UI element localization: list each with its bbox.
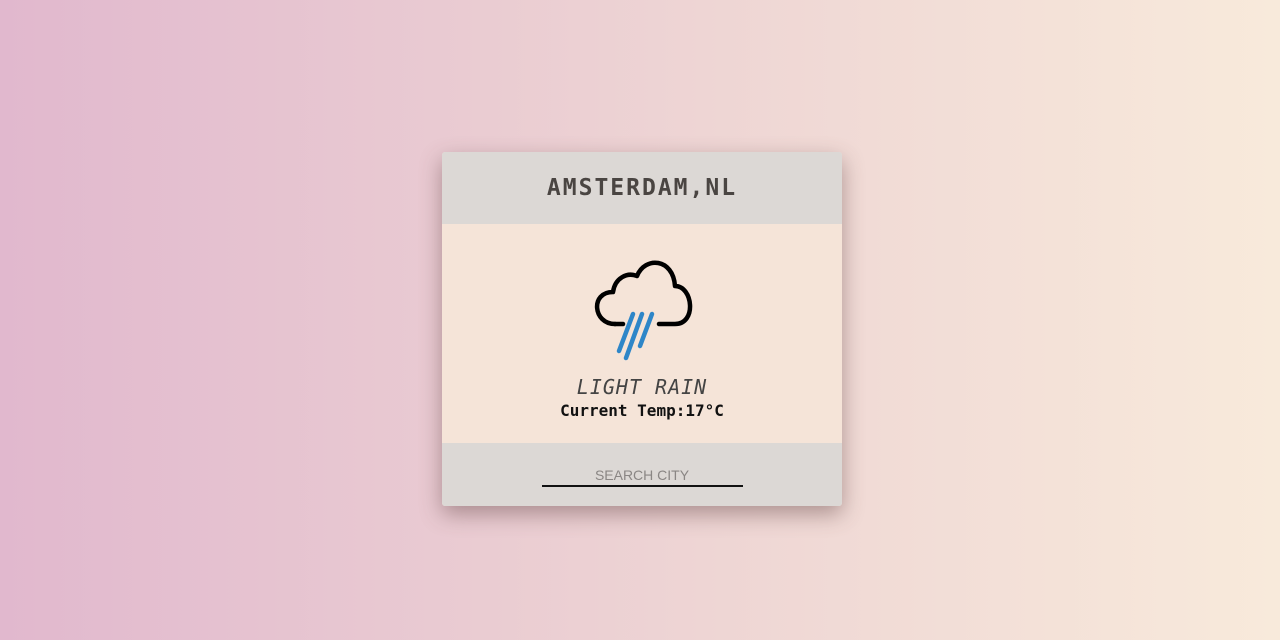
rain-cloud-icon [594,260,693,361]
current-temp: Current Temp:17°C [560,401,724,420]
city-title: AMSTERDAM,NL [546,175,738,201]
weather-card: AMSTERDAM,NL LIGHT RAIN Current Temp:17°… [442,152,842,506]
weather-panel: LIGHT RAIN Current Temp:17°C [442,224,842,443]
weather-condition: LIGHT RAIN [576,375,708,399]
current-temp-value: 17°C [685,401,724,420]
search-city-input[interactable] [541,464,743,487]
current-temp-label: Current Temp: [560,401,686,420]
card-header: AMSTERDAM,NL [442,152,842,224]
card-footer [442,443,842,506]
